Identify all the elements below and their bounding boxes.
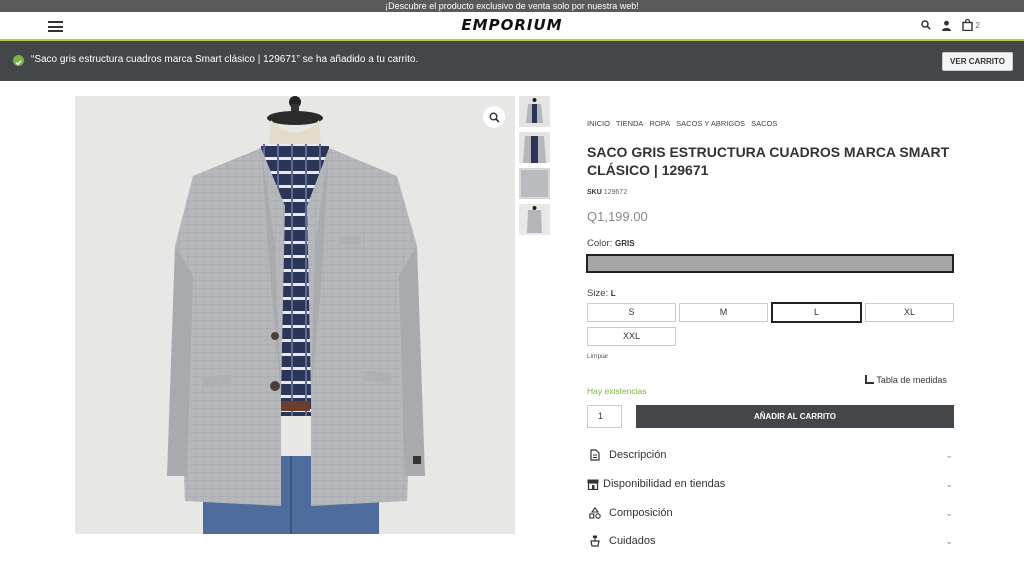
accordion-descripcion[interactable]: Descripción ⌄	[587, 446, 953, 464]
breadcrumb-item[interactable]: SACOS Y ABRIGOS	[676, 119, 745, 128]
clear-selection-link[interactable]: Limpiar	[587, 353, 608, 360]
product-main-image[interactable]	[75, 96, 515, 534]
cart-count: 2	[975, 20, 980, 30]
header-actions: 2	[920, 19, 980, 31]
sku-label: SKU	[587, 189, 602, 196]
product-title: SACO GRIS ESTRUCTURA CUADROS MARCA SMART…	[587, 144, 950, 178]
color-label-text: Color:	[587, 238, 613, 249]
ruler-icon	[865, 375, 874, 384]
promo-bar: ¡Descubre el producto exclusivo de venta…	[0, 0, 1024, 12]
add-to-cart-button[interactable]: AÑADIR AL CARRITO	[636, 405, 954, 428]
sku-value: 129672	[603, 189, 628, 196]
size-label-text: Size:	[587, 288, 609, 299]
product-price: Q1,199.00	[587, 209, 648, 224]
size-label: Size: L	[587, 288, 616, 299]
accordion-disponibilidad[interactable]: Disponibilidad en tiendas ⌄	[587, 475, 953, 493]
breadcrumb-item[interactable]: TIENDA	[616, 119, 644, 128]
accordion-cuidados[interactable]: Cuidados ⌄	[587, 532, 953, 550]
accordion-composicion[interactable]: Composición ⌄	[587, 504, 953, 522]
chevron-down-icon: ⌄	[945, 535, 953, 546]
color-label: Color: GRIS	[587, 238, 635, 249]
size-option-s[interactable]: S	[587, 303, 676, 322]
size-value: L	[610, 289, 616, 298]
user-icon[interactable]	[941, 20, 952, 31]
stock-status: Hay existencias	[587, 386, 647, 396]
cart-bag-icon[interactable]	[961, 19, 973, 31]
thumbnail-4[interactable]	[519, 204, 550, 235]
cart-notice: “Saco gris estructura cuadros marca Smar…	[0, 41, 1024, 81]
magnifier-icon	[489, 112, 500, 123]
color-swatch-gris[interactable]	[586, 254, 954, 273]
breadcrumb: INICIO TIENDA ROPA SACOS Y ABRIGOS SACOS	[587, 119, 783, 128]
color-value: GRIS	[614, 239, 635, 248]
accordion-label: Composición	[609, 507, 673, 519]
size-option-l[interactable]: L	[771, 302, 862, 323]
accordion-label: Disponibilidad en tiendas	[603, 478, 726, 490]
store-icon	[587, 477, 599, 491]
thumbnail-1[interactable]	[519, 96, 550, 127]
jacket-image	[167, 96, 425, 534]
chevron-down-icon: ⌄	[945, 507, 953, 518]
thumbnail-3[interactable]	[519, 168, 550, 199]
size-option-m[interactable]: M	[679, 303, 768, 322]
chevron-down-icon: ⌄	[945, 449, 953, 460]
accordion-label: Descripción	[609, 449, 667, 461]
check-icon	[13, 55, 24, 66]
accordion-label: Cuidados	[609, 535, 656, 547]
breadcrumb-item[interactable]: SACOS	[751, 119, 777, 128]
breadcrumb-item[interactable]: INICIO	[587, 119, 610, 128]
quantity-input[interactable]: 1	[587, 405, 622, 428]
shapes-icon	[587, 506, 603, 520]
size-chart-label: Tabla de medidas	[876, 375, 947, 385]
sku: SKU 129672	[587, 189, 627, 196]
chevron-down-icon: ⌄	[945, 478, 953, 489]
size-option-xl[interactable]: XL	[865, 303, 954, 322]
site-header: EMPORIUM 2	[0, 12, 1024, 41]
document-icon	[587, 448, 603, 462]
breadcrumb-item[interactable]: ROPA	[649, 119, 670, 128]
zoom-button[interactable]	[483, 106, 505, 128]
notice-message: “Saco gris estructura cuadros marca Smar…	[31, 54, 419, 65]
size-option-xxl[interactable]: XXL	[587, 327, 676, 346]
logo[interactable]: EMPORIUM	[0, 16, 1024, 34]
search-icon[interactable]	[920, 20, 931, 30]
thumbnail-2[interactable]	[519, 132, 550, 163]
view-cart-button[interactable]: VER CARRITO	[942, 52, 1013, 71]
size-chart-link[interactable]: Tabla de medidas	[865, 375, 947, 385]
care-icon	[587, 534, 603, 548]
